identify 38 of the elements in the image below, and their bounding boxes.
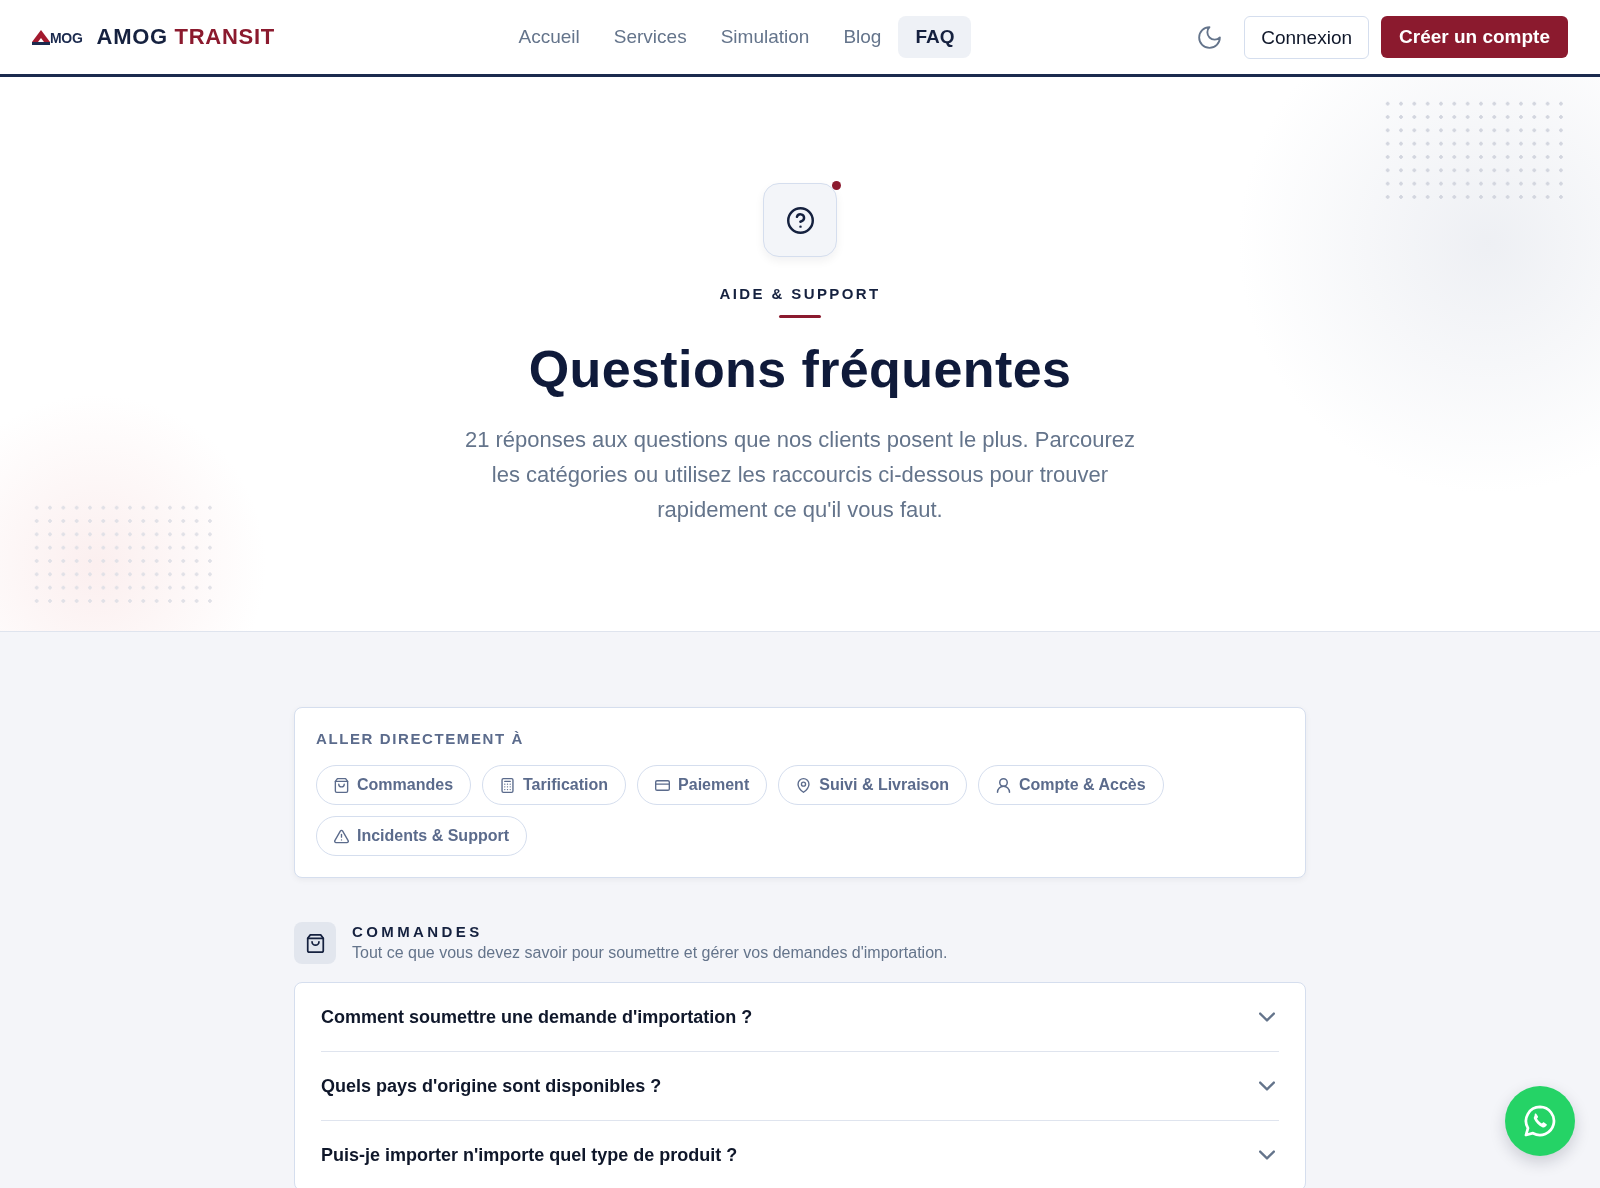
bag-icon bbox=[294, 922, 336, 964]
nav-link[interactable]: Simulation bbox=[703, 16, 827, 58]
page-title: Questions fréquentes bbox=[527, 339, 1073, 400]
person-icon bbox=[996, 777, 1012, 793]
warning-icon bbox=[334, 828, 349, 844]
category-link[interactable]: Incidents & Support bbox=[316, 816, 527, 856]
credit-card-icon bbox=[655, 777, 671, 793]
nav-link[interactable]: FAQ bbox=[898, 16, 972, 58]
category-link[interactable]: Tarification bbox=[482, 765, 627, 805]
category-link[interactable]: Compte & Accès bbox=[978, 765, 1164, 805]
signup-button[interactable]: Créer un compte bbox=[1381, 16, 1568, 58]
category-link[interactable]: Paiement bbox=[637, 765, 768, 805]
map-pin-icon bbox=[796, 777, 812, 793]
brand-name[interactable]: AMOG TRANSIT bbox=[96, 26, 275, 48]
faq-question[interactable]: Quels pays d'origine sont disponibles ? bbox=[321, 1052, 1279, 1120]
chevron-down-icon bbox=[1259, 1081, 1275, 1091]
faq-question[interactable]: Comment soumettre une demande d'importation ? bbox=[321, 983, 1279, 1051]
category-link[interactable]: Commandes bbox=[316, 765, 472, 805]
card-label: ALLER DIRECTEMENT À bbox=[316, 730, 525, 748]
nav-link[interactable]: Blog bbox=[826, 16, 899, 58]
faq-question[interactable]: Puis-je importer n'importe quel type de produit ? bbox=[321, 1121, 1279, 1188]
bag-icon bbox=[334, 777, 349, 793]
nav-link[interactable]: Accueil bbox=[501, 16, 597, 58]
section-description: Tout ce que vous devez savoir pour soumettre et gérer vos demandes d'importation. bbox=[352, 943, 948, 963]
chat-bubble-icon bbox=[1524, 1105, 1556, 1137]
category-link[interactable]: Suivi & Livraison bbox=[778, 765, 968, 805]
login-button[interactable]: Connexion bbox=[1244, 15, 1369, 59]
eyebrow-label: AIDE & SUPPORT bbox=[718, 285, 882, 303]
nav-link[interactable]: Services bbox=[596, 16, 704, 58]
calculator-icon bbox=[500, 777, 516, 793]
hero-description: 21 réponses aux questions que nos clients posent le plus. Parcourez les catégories ou utilisez les raccourcis ci-dessous pour trouver rapidement ce qu'il vous faut. bbox=[463, 426, 1137, 524]
chevron-down-icon bbox=[1259, 1012, 1275, 1022]
logo-mark-text: MOG bbox=[50, 30, 83, 45]
moon-icon[interactable] bbox=[1198, 25, 1222, 49]
accent-dot-icon bbox=[832, 181, 841, 190]
triangle-logo-icon bbox=[32, 29, 50, 45]
chevron-down-icon bbox=[1259, 1150, 1275, 1160]
section-title: COMMANDES bbox=[352, 923, 484, 941]
